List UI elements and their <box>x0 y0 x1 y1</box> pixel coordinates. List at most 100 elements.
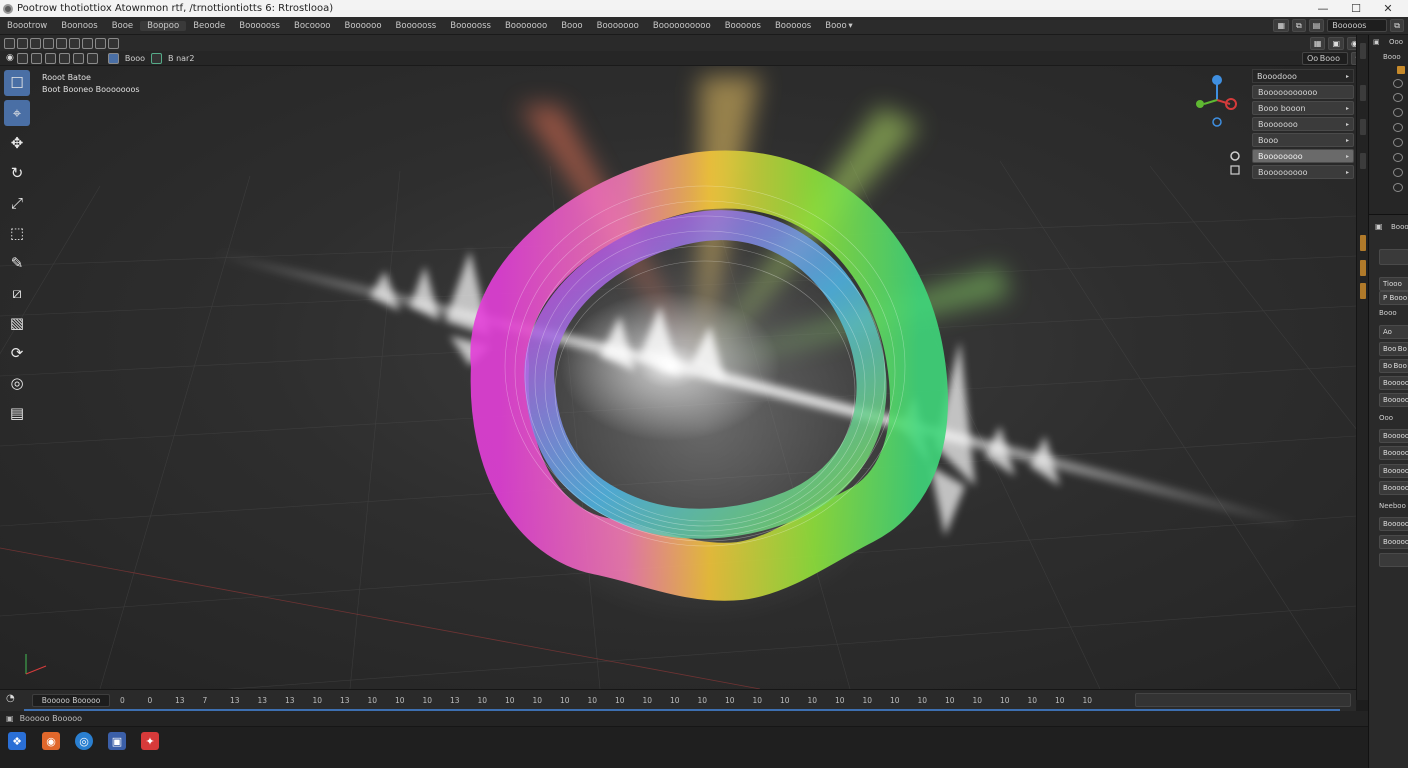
property-field[interactable]: Booooo <box>1379 429 1408 443</box>
sidebar-menu-item[interactable]: Booooooooooo <box>1252 85 1354 99</box>
visibility-eye-icon[interactable] <box>1393 168 1403 177</box>
menu-item[interactable]: Booooos <box>768 21 818 31</box>
scene-name-field[interactable]: Booooos <box>1327 19 1388 32</box>
menu-item[interactable]: Boootrow <box>0 21 54 31</box>
property-field[interactable]: Booooo <box>1379 376 1408 390</box>
falloff-icon[interactable] <box>72 52 84 64</box>
snap-icon[interactable] <box>30 52 42 64</box>
menu-item[interactable]: Bocoooo <box>287 21 338 31</box>
camera-view-icon[interactable] <box>1230 165 1240 175</box>
property-field[interactable]: Booooo <box>1379 481 1408 495</box>
mode-icon[interactable] <box>107 52 119 64</box>
select-intersect-icon[interactable] <box>69 37 80 49</box>
menu-item[interactable]: Booe <box>105 21 140 31</box>
menu-item[interactable]: Booooooo <box>590 21 646 31</box>
sidebar-menu-item[interactable]: Booooooooo ▸ <box>1252 165 1354 179</box>
property-field[interactable]: Booooo <box>1379 464 1408 478</box>
menu-item-active[interactable]: Boopoo <box>140 20 187 31</box>
photo-app-icon[interactable]: ◉ <box>42 732 60 750</box>
menu-item[interactable]: Booo ▾ <box>818 21 859 31</box>
xray-icon[interactable]: ▣ <box>1328 37 1345 50</box>
visibility-eye-icon[interactable] <box>1393 79 1403 88</box>
select-mode-icon[interactable] <box>17 37 28 49</box>
property-field[interactable]: P Booo <box>1379 291 1408 305</box>
select-subtract-icon[interactable] <box>43 37 54 49</box>
neg-z-axis-handle[interactable] <box>1212 117 1222 127</box>
tool-app-icon[interactable]: ✦ <box>141 732 159 750</box>
globe-app-icon[interactable]: ◎ <box>75 732 93 750</box>
vertex-mode-icon[interactable] <box>82 37 93 49</box>
shield-app-icon[interactable]: ❖ <box>8 732 26 750</box>
sidebar-menu-item[interactable]: Booo ▸ <box>1252 133 1354 147</box>
object-label[interactable]: B nar2 <box>165 54 197 63</box>
3d-viewport[interactable]: Rooot Batoe Boot Booneo Booooooos <box>0 66 1356 689</box>
menu-item[interactable]: Booooooo <box>498 21 554 31</box>
visibility-eye-icon[interactable] <box>1393 183 1403 192</box>
select-extend-icon[interactable] <box>30 37 41 49</box>
transform-icon[interactable]: ⬚ <box>4 220 30 246</box>
maximize-button[interactable]: ☐ <box>1342 0 1370 17</box>
property-field[interactable]: Booooo <box>1379 393 1408 407</box>
property-field[interactable] <box>1379 553 1408 567</box>
add-scene-icon[interactable]: ⧉ <box>1390 19 1404 32</box>
editor-type-icon[interactable] <box>4 37 15 49</box>
rotate-icon[interactable]: ↻ <box>4 160 30 186</box>
extrude-icon[interactable]: ▤ <box>4 400 30 426</box>
sidebar-menu-item-highlighted[interactable]: Boooooooo ▸ <box>1252 149 1354 163</box>
measure-icon[interactable]: ⧄ <box>4 280 30 306</box>
mode-label[interactable]: Booo <box>122 54 148 63</box>
y-axis-handle[interactable] <box>1196 100 1204 108</box>
navigation-gizmo[interactable] <box>1192 70 1242 180</box>
property-field[interactable]: Bo Boo <box>1379 359 1408 373</box>
sidebar-menu-header[interactable]: Booodooo ▸ <box>1252 69 1354 83</box>
close-button[interactable]: ✕ <box>1374 0 1402 17</box>
edge-mode-icon[interactable] <box>95 37 106 49</box>
menu-item[interactable]: Booooos <box>718 21 768 31</box>
mirror-icon[interactable] <box>58 52 70 64</box>
property-field[interactable]: Booooo <box>1379 535 1408 549</box>
sidebar-tab-active[interactable] <box>1360 235 1366 251</box>
sidebar-tab[interactable] <box>1360 119 1366 135</box>
properties-icon[interactable]: ▣ <box>1375 222 1383 231</box>
proportional-icon[interactable] <box>44 52 56 64</box>
menu-item[interactable]: Boooooo <box>338 21 389 31</box>
minimize-button[interactable]: — <box>1309 0 1337 17</box>
collection-icon[interactable] <box>1397 66 1405 74</box>
visibility-eye-icon[interactable] <box>1393 138 1403 147</box>
property-field[interactable]: Booooo <box>1379 517 1408 531</box>
pivot-icon[interactable] <box>16 52 28 64</box>
zoom-icon[interactable] <box>1230 151 1240 161</box>
visibility-eye-icon[interactable] <box>1393 108 1403 117</box>
object-icon[interactable]: ◉ <box>6 53 14 63</box>
z-axis-handle[interactable] <box>1212 75 1222 85</box>
outliner-filter-icon[interactable]: ▣ <box>1373 38 1380 46</box>
property-field[interactable]: Tiooo <box>1379 277 1408 291</box>
visibility-eye-icon[interactable] <box>1393 153 1403 162</box>
monitor-app-icon[interactable]: ▣ <box>108 732 126 750</box>
loop-icon[interactable]: ⟳ <box>4 340 30 366</box>
orientation-icon[interactable] <box>86 52 98 64</box>
playback-controls[interactable] <box>1135 693 1351 707</box>
shear-icon[interactable]: ◎ <box>4 370 30 396</box>
sidebar-tab-active[interactable] <box>1360 260 1366 276</box>
sidebar-tab[interactable] <box>1360 85 1366 101</box>
layers-icon[interactable]: ▤ <box>1308 19 1325 32</box>
sidebar-tab[interactable] <box>1360 153 1366 169</box>
sidebar-tab-active[interactable] <box>1360 283 1366 299</box>
add-cube-icon[interactable]: ▧ <box>4 310 30 336</box>
menu-item[interactable]: Booo <box>554 21 589 31</box>
move-icon[interactable]: ✥ <box>4 130 30 156</box>
scene-icon[interactable]: ▦ <box>1273 19 1289 32</box>
timeline-mode-field[interactable]: Booooo Booooo <box>32 694 110 707</box>
menu-item[interactable]: Boooooss <box>389 21 444 31</box>
face-mode-icon[interactable] <box>108 37 119 49</box>
timeline[interactable]: ◔ Booooo Booooo 0 0 13 7 13 13 13 10 13 10 10 10 13 1… <box>0 689 1356 712</box>
property-field[interactable] <box>1379 249 1408 265</box>
sidebar-menu-item[interactable]: Booo booon ▸ <box>1252 101 1354 115</box>
menu-item[interactable]: Boooooss <box>443 21 498 31</box>
property-field[interactable]: Boo Bo <box>1379 342 1408 356</box>
view-field[interactable]: Oo Booo <box>1302 52 1348 65</box>
menu-item[interactable]: Boooooooooo <box>646 21 718 31</box>
visibility-eye-icon[interactable] <box>1393 93 1403 102</box>
select-invert-icon[interactable] <box>56 37 67 49</box>
